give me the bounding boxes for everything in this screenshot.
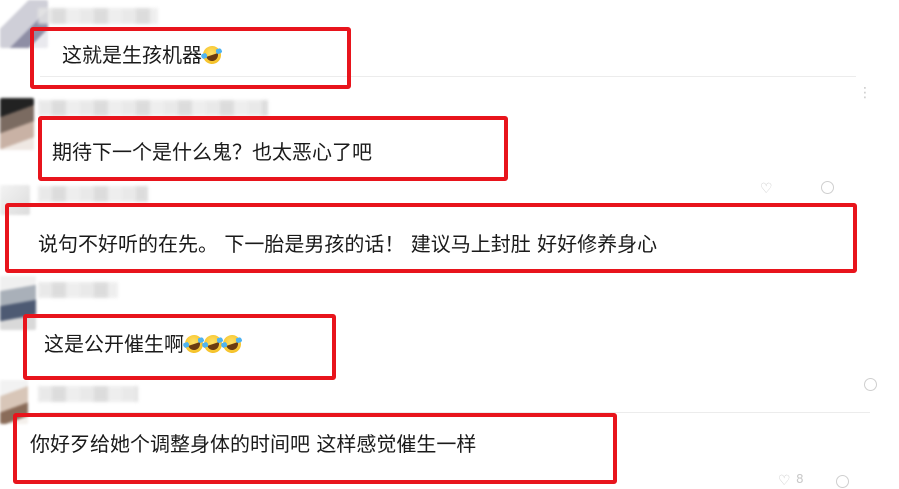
avatar xyxy=(0,98,34,150)
comment-body: 期待下一个是什么鬼？也太恶心了吧 xyxy=(52,140,372,164)
reply-icon[interactable] xyxy=(821,181,834,194)
reply-icon[interactable] xyxy=(864,378,877,391)
comment-text: 你好歹给她个调整身体的时间吧 这样感觉催生一样 xyxy=(30,432,476,456)
comment-body: 说句不好听的在先。 下一胎是男孩的话！ 建议马上封肚 好好修养身心 xyxy=(38,232,658,256)
like-icon[interactable]: ♡ xyxy=(760,182,773,196)
comment-text: 这是公开催生啊 xyxy=(44,332,244,356)
laughing-tears-emoji xyxy=(200,43,224,67)
comment-body: 这就是生孩机器 xyxy=(62,43,202,67)
comment-text: 说句不好听的在先。 下一胎是男孩的话！ 建议马上封肚 好好修养身心 xyxy=(38,232,657,256)
username-blurred xyxy=(38,386,138,402)
comment-text: 期待下一个是什么鬼？也太恶心了吧 xyxy=(52,140,372,164)
username-blurred xyxy=(38,186,148,202)
username-blurred xyxy=(38,100,268,116)
comment-body: 这是公开催生啊 xyxy=(44,332,184,356)
reply-icon[interactable] xyxy=(836,475,849,488)
comment-body: 你好歹给她个调整身体的时间吧 这样感觉催生一样 xyxy=(30,432,477,456)
username-blurred xyxy=(38,8,158,24)
username-blurred xyxy=(38,282,118,298)
laughing-tears-emoji xyxy=(220,332,244,356)
comment-text: 这就是生孩机器 xyxy=(62,43,224,67)
like-count: 8 xyxy=(796,472,804,486)
more-icon[interactable]: ⋮ xyxy=(858,86,872,100)
